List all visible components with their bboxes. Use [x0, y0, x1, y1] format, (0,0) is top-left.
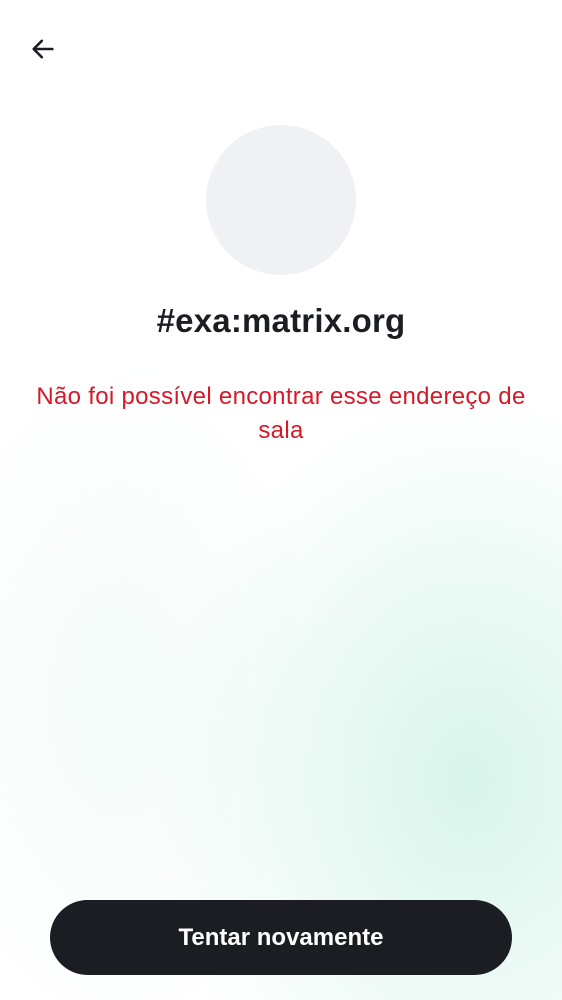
- join-room-screen: #exa:matrix.org Não foi possível encontr…: [0, 0, 562, 1000]
- room-avatar: [206, 125, 356, 275]
- retry-button[interactable]: Tentar novamente: [50, 900, 512, 975]
- room-not-found-error: Não foi possível encontrar esse endereço…: [36, 383, 526, 444]
- arrow-left-icon: [29, 35, 57, 68]
- room-address-title: #exa:matrix.org: [156, 302, 406, 339]
- back-button[interactable]: [20, 28, 66, 74]
